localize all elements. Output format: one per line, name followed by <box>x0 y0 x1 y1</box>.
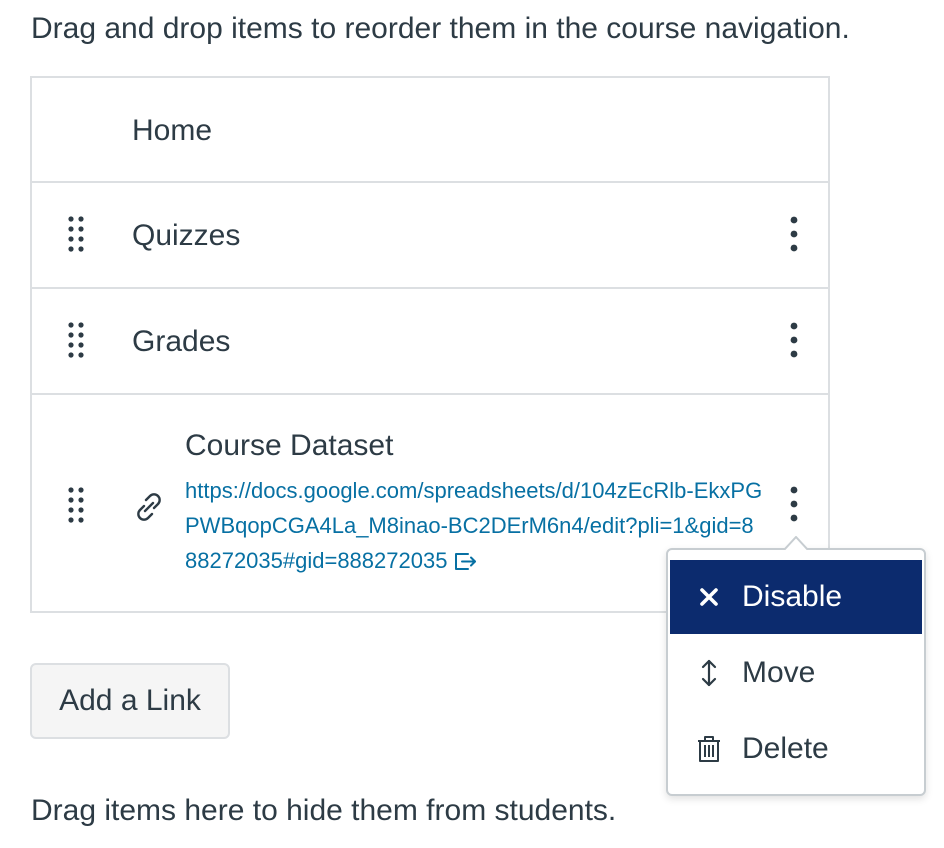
popover-arrow <box>784 536 808 550</box>
menu-item-move[interactable]: Move <box>670 636 922 710</box>
updown-arrow-icon <box>694 658 724 688</box>
drag-handle-icon[interactable] <box>68 322 84 362</box>
close-icon <box>694 582 724 612</box>
menu-item-disable[interactable]: Disable <box>670 560 922 634</box>
reorder-instructions: Drag and drop items to reorder them in t… <box>31 12 850 45</box>
nav-item-label: Grades <box>132 325 231 358</box>
drag-handle-icon[interactable] <box>68 216 84 256</box>
kebab-menu-icon[interactable] <box>782 486 806 526</box>
menu-item-label: Disable <box>742 580 843 613</box>
drag-handle-icon[interactable] <box>68 487 84 527</box>
hidden-items-instructions: Drag items here to hide them from studen… <box>31 794 617 827</box>
nav-item-quizzes[interactable]: Quizzes <box>32 183 828 289</box>
external-link-title: Course Dataset <box>185 429 394 462</box>
kebab-menu-icon[interactable] <box>782 216 806 256</box>
item-options-menu: Disable Move Delete <box>666 536 926 796</box>
nav-item-grades[interactable]: Grades <box>32 289 828 395</box>
kebab-menu-icon[interactable] <box>782 322 806 362</box>
nav-item-label: Quizzes <box>132 219 241 252</box>
nav-item-home: Home <box>32 78 828 183</box>
course-navigation-list: Home Quizzes Grades Course Dataset https… <box>30 76 830 613</box>
menu-item-label: Delete <box>742 732 829 765</box>
trash-icon <box>694 734 724 764</box>
add-link-button[interactable]: Add a Link <box>30 663 230 739</box>
link-icon <box>132 490 166 524</box>
menu-item-label: Move <box>742 656 816 689</box>
nav-item-label: Home <box>132 114 213 147</box>
menu-item-delete[interactable]: Delete <box>670 712 922 786</box>
external-link-icon <box>453 547 477 570</box>
